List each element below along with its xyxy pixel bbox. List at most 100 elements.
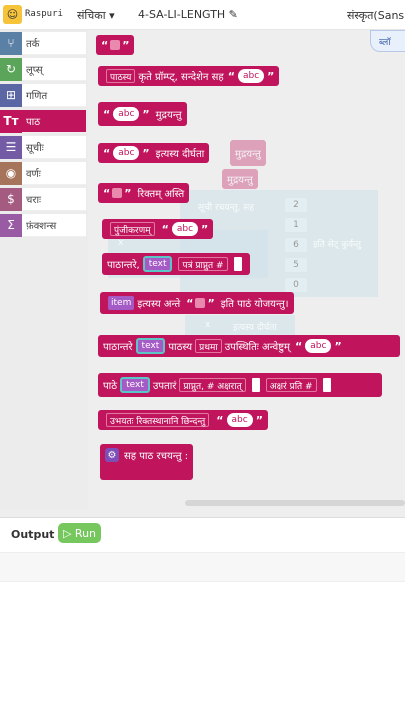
quote-open: “ bbox=[295, 339, 303, 353]
substring-from-slot[interactable] bbox=[251, 378, 260, 392]
ghost-print-label: मुद्रयन्तु bbox=[235, 149, 261, 160]
category-lists[interactable]: ☰ सूचीः bbox=[0, 135, 86, 159]
category-colour[interactable]: ◉ वर्णः bbox=[0, 161, 86, 185]
quote-open: “ bbox=[103, 146, 111, 160]
substring-to-slot[interactable] bbox=[322, 378, 331, 392]
quote-open: “ bbox=[103, 107, 111, 121]
block-text-length[interactable]: “ abc ” इत्यस्य दीर्घता bbox=[98, 143, 210, 163]
variable-icon: $ bbox=[0, 187, 22, 211]
case-dropdown[interactable]: पुंजीकरणम् bbox=[110, 222, 155, 236]
workspace-scrollbar[interactable] bbox=[185, 500, 405, 506]
file-menu[interactable]: संचिका ▾ bbox=[77, 8, 115, 23]
charat-index-slot[interactable] bbox=[233, 257, 242, 271]
output-console bbox=[0, 552, 405, 582]
quote-close: ” bbox=[142, 107, 150, 121]
substring-from-dropdown[interactable]: प्राप्नुत, # अक्षरात् bbox=[179, 378, 246, 392]
print-text-field[interactable]: abc bbox=[113, 107, 140, 121]
indexof-end-dropdown[interactable]: प्रथमा bbox=[195, 339, 222, 353]
substring-label: पाठे bbox=[103, 381, 118, 392]
block-text-charat[interactable]: पाठान्तरे, text पत्रं प्राप्नुत # bbox=[102, 253, 250, 275]
category-logic[interactable]: ⑂ तर्क bbox=[0, 31, 86, 55]
append-label-1: इत्यस्य अन्ते bbox=[137, 299, 181, 310]
block-text-indexof[interactable]: पाठान्तरे text पाठस्य प्रथमा उपस्थितिः अ… bbox=[98, 335, 400, 357]
category-label: फ़ंक्शन्स bbox=[26, 221, 57, 232]
output-label: Output bbox=[11, 528, 55, 541]
prompt-type-dropdown[interactable]: पाठस्य bbox=[106, 69, 136, 83]
run-button[interactable]: ▷ Run bbox=[58, 523, 101, 543]
category-variables[interactable]: $ चराः bbox=[0, 187, 86, 211]
block-print[interactable]: “ abc ” मुद्रयन्तु bbox=[98, 102, 187, 126]
list-icon: ☰ bbox=[0, 135, 22, 159]
category-label: गणित bbox=[26, 91, 48, 102]
indexof-text-variable[interactable]: text bbox=[135, 338, 166, 354]
indexof-label-3: उपस्थितिः अन्वेष्टुम् bbox=[224, 342, 291, 353]
block-text-append[interactable]: item इत्यस्य अन्ते “ ” इति पाठं योजयन्तु… bbox=[100, 292, 294, 314]
charat-where-dropdown[interactable]: पत्रं प्राप्नुत # bbox=[178, 257, 228, 271]
logic-icon: ⑂ bbox=[0, 31, 22, 55]
append-text-field[interactable] bbox=[195, 298, 206, 308]
ghost-print-label-2: मुद्रयन्तु bbox=[227, 175, 253, 186]
block-text-empty[interactable]: “ ” bbox=[96, 35, 135, 55]
length-label: इत्यस्य दीर्घता bbox=[155, 149, 205, 160]
join-label: सह पाठ रचयन्तु : bbox=[124, 451, 189, 462]
block-text-isempty[interactable]: “ ” रिक्तम् अस्ति bbox=[98, 183, 190, 203]
ghost-num-5: 0 bbox=[285, 278, 307, 292]
block-text-trim[interactable]: उभयतः रिक्तस्थानानि छिन्दन्तु “ abc ” bbox=[98, 410, 268, 430]
indexof-label-2: पाठस्य bbox=[168, 342, 193, 353]
blocks-tab[interactable]: ब्लॉ bbox=[370, 30, 405, 52]
loop-icon: ↻ bbox=[0, 57, 22, 81]
category-math[interactable]: ⊞ गणित bbox=[0, 83, 86, 107]
isempty-label: रिक्तम् अस्ति bbox=[137, 189, 185, 200]
trim-dropdown[interactable]: उभयतः रिक्तस्थानानि छिन्दन्तु bbox=[106, 413, 210, 427]
category-label: चराः bbox=[26, 195, 42, 206]
category-loops[interactable]: ↻ लूप्स् bbox=[0, 57, 86, 81]
length-text-field[interactable]: abc bbox=[113, 146, 140, 160]
quote-close: ” bbox=[142, 146, 150, 160]
quote-open: “ bbox=[101, 38, 109, 52]
ghost-create-list-text: सूची रचयन्तु, सह bbox=[198, 203, 255, 213]
substring-text-variable[interactable]: text bbox=[120, 377, 150, 393]
indexof-find-field[interactable]: abc bbox=[305, 339, 332, 353]
block-text-join[interactable]: ⚙ सह पाठ रचयन्तु : bbox=[100, 444, 194, 480]
prompt-label: कृते प्रॉम्प्ट्, सन्देशेन सह bbox=[138, 72, 224, 83]
block-text-prompt[interactable]: पाठस्य कृते प्रॉम्प्ट्, सन्देशेन सह “ ab… bbox=[98, 66, 280, 86]
category-label: वर्णः bbox=[26, 169, 41, 180]
quote-close: ” bbox=[201, 222, 209, 236]
colour-icon: ◉ bbox=[0, 161, 22, 185]
indexof-label: पाठान्तरे bbox=[103, 342, 133, 353]
charat-label: पाठान्तरे, bbox=[107, 260, 140, 271]
text-icon: Tт bbox=[0, 109, 22, 133]
empty-text-field[interactable] bbox=[110, 40, 121, 50]
language-menu[interactable]: संस्कृत(Sansk bbox=[347, 8, 405, 23]
gear-icon[interactable]: ⚙ bbox=[105, 448, 119, 462]
category-text[interactable]: Tт पाठ bbox=[0, 109, 86, 133]
ghost-num-3: 6 bbox=[285, 238, 307, 252]
ghost-num-2: 1 bbox=[285, 218, 307, 232]
category-label: सूचीः bbox=[26, 143, 44, 154]
isempty-text-field[interactable] bbox=[112, 188, 123, 198]
quote-open: “ bbox=[227, 69, 235, 83]
function-icon: Σ bbox=[0, 213, 22, 237]
quote-close: ” bbox=[122, 38, 130, 52]
append-label-2: इति पाठं योजयन्तु। bbox=[220, 299, 289, 310]
ghost-var-x: x bbox=[118, 238, 124, 248]
charat-text-variable[interactable]: text bbox=[142, 256, 173, 272]
math-icon: ⊞ bbox=[0, 83, 22, 107]
brand-name: Raspuri bbox=[25, 9, 63, 19]
prompt-text-field[interactable]: abc bbox=[237, 69, 265, 83]
trim-text-field[interactable]: abc bbox=[226, 413, 253, 427]
ghost-num-1: 2 bbox=[285, 198, 307, 212]
top-bar: ☺ Raspuri संचिका ▾ 4-SA-LI-LENGTH ✎ संस्… bbox=[0, 0, 405, 30]
case-text-field[interactable]: abc bbox=[171, 222, 199, 236]
append-item-variable[interactable]: item bbox=[108, 296, 135, 310]
category-label: लूप्स् bbox=[26, 65, 43, 76]
substring-to-dropdown[interactable]: अक्षरं प्रति # bbox=[265, 378, 317, 392]
category-functions[interactable]: Σ फ़ंक्शन्स bbox=[0, 213, 86, 237]
quote-open: “ bbox=[103, 186, 111, 200]
ghost-print-block: मुद्रयन्तु bbox=[230, 140, 266, 166]
project-name[interactable]: 4-SA-LI-LENGTH ✎ bbox=[138, 8, 238, 21]
block-text-changecase[interactable]: पुंजीकरणम् “ abc ” bbox=[102, 219, 214, 239]
quote-close: ” bbox=[255, 413, 263, 427]
block-text-substring[interactable]: पाठे text उपतारं प्राप्नुत, # अक्षरात् अ… bbox=[98, 373, 382, 397]
quote-close: ” bbox=[267, 69, 275, 83]
